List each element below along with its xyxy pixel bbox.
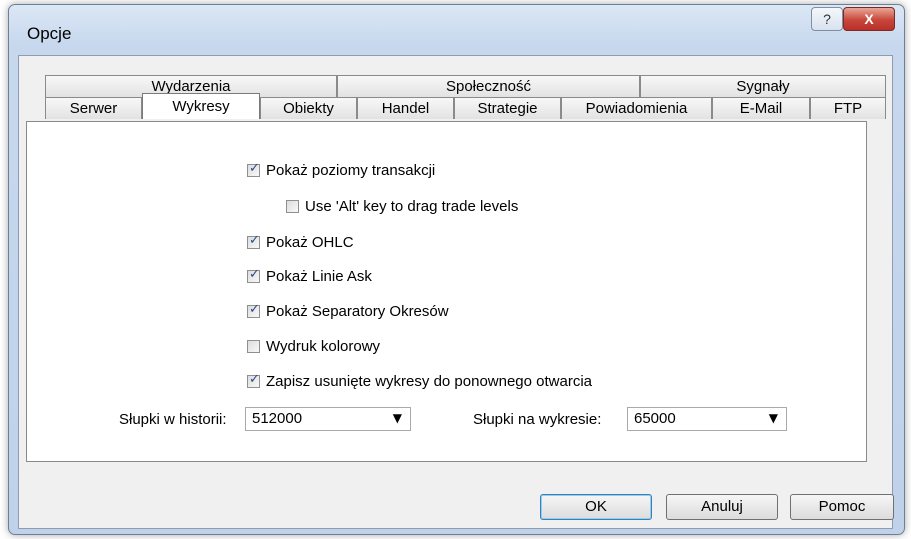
checkbox-label: Use 'Alt' key to drag trade levels — [305, 198, 519, 215]
checkbox-color-print[interactable]: Wydruk kolorowy — [247, 338, 380, 355]
checkbox-box[interactable] — [247, 267, 260, 283]
checkbox-alt-drag[interactable]: Use 'Alt' key to drag trade levels — [286, 198, 518, 215]
ok-button[interactable]: OK — [540, 494, 652, 520]
checkbox-label: Pokaż Separatory Okresów — [266, 303, 449, 320]
tab-obiekty[interactable]: Obiekty — [260, 97, 357, 119]
checkbox-show-ask-line[interactable]: Pokaż Linie Ask — [247, 267, 372, 285]
checkbox-box[interactable] — [247, 233, 260, 249]
chevron-down-icon: ▼ — [768, 411, 778, 425]
checkbox-label: Pokaż OHLC — [266, 234, 354, 251]
chevron-down-icon: ▼ — [392, 411, 402, 425]
tab-spolecznosc[interactable]: Społeczność — [337, 75, 640, 97]
tab-email[interactable]: E-Mail — [712, 97, 810, 119]
checkbox-show-trade-levels[interactable]: Pokaż poziomy transakcji — [247, 161, 436, 179]
help-icon[interactable]: ? — [811, 7, 843, 31]
checkbox-box[interactable] — [247, 302, 260, 318]
tab-sygnaly[interactable]: Sygnały — [640, 75, 886, 97]
chart-bars-select[interactable]: 65000 ▼ — [627, 407, 787, 431]
checkbox-show-period-separators[interactable]: Pokaż Separatory Okresów — [247, 302, 449, 320]
tab-ftp[interactable]: FTP — [810, 97, 886, 119]
history-bars-label: Słupki w historii: — [119, 411, 227, 428]
tab-powiadomienia[interactable]: Powiadomienia — [561, 97, 712, 119]
checkbox-label: Pokaż Linie Ask — [266, 268, 372, 285]
checkbox-box[interactable] — [247, 161, 260, 177]
cancel-button[interactable]: Anuluj — [666, 494, 778, 520]
history-bars-value: 512000 — [252, 410, 303, 427]
checkbox-label: Pokaż poziomy transakcji — [266, 162, 436, 179]
checkbox-label: Wydruk kolorowy — [266, 338, 381, 355]
checkbox-save-deleted-charts[interactable]: Zapisz usunięte wykresy do ponownego otw… — [247, 372, 593, 390]
chart-bars-label: Słupki na wykresie: — [473, 411, 602, 428]
tab-handel[interactable]: Handel — [357, 97, 454, 119]
tab-row-lower: Serwer Wykresy Obiekty Handel Strategie … — [45, 93, 886, 119]
close-icon[interactable]: X — [843, 7, 895, 31]
checkbox-box[interactable] — [247, 340, 260, 353]
help-button[interactable]: Pomoc — [790, 494, 894, 520]
checkbox-label: Zapisz usunięte wykresy do ponownego otw… — [266, 373, 593, 390]
tab-serwer[interactable]: Serwer — [45, 97, 142, 119]
charts-tab-panel: Pokaż poziomy transakcji Use 'Alt' key t… — [26, 121, 867, 462]
tab-wykresy[interactable]: Wykresy — [142, 93, 260, 119]
chart-bars-value: 65000 — [634, 410, 676, 427]
checkbox-box[interactable] — [286, 200, 299, 213]
checkbox-box[interactable] — [247, 372, 260, 388]
history-bars-select[interactable]: 512000 ▼ — [245, 407, 411, 431]
checkbox-show-ohlc[interactable]: Pokaż OHLC — [247, 233, 354, 251]
window-title: Opcje — [27, 24, 72, 43]
tab-strategie[interactable]: Strategie — [454, 97, 561, 119]
